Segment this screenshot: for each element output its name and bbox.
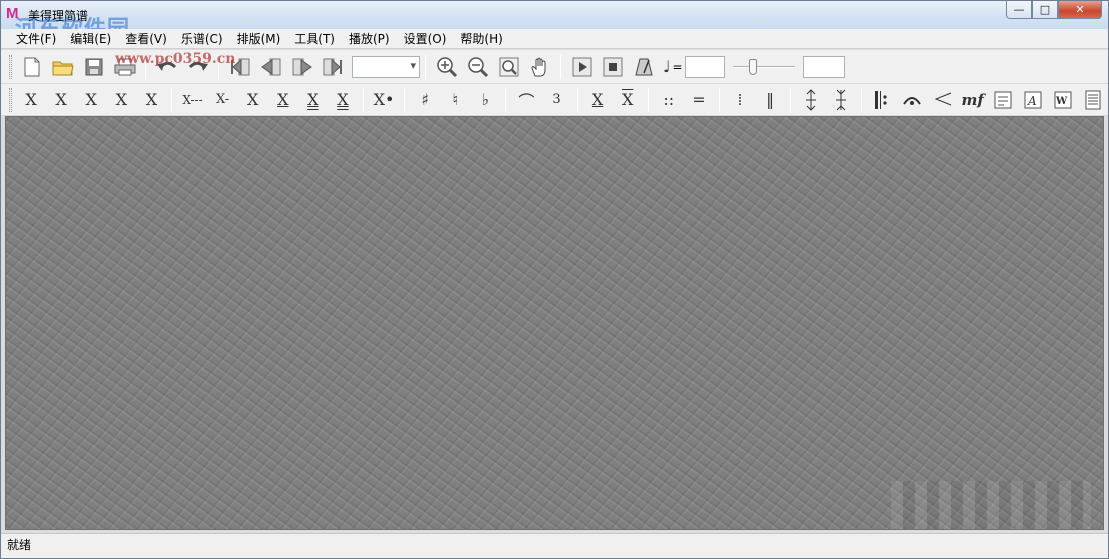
toolbar-separator (790, 87, 792, 112)
prev-page-icon[interactable] (255, 53, 286, 81)
menu-bar: 文件(F) 编辑(E) 查看(V) 乐谱(C) 排版(M) 工具(T) 播放(P… (1, 29, 1108, 49)
tempo-input[interactable] (684, 55, 725, 78)
sharp-icon[interactable]: ♯ (410, 86, 440, 114)
note-high-octave2-icon[interactable]: X (16, 86, 46, 114)
barline-dots-icon[interactable]: ⁞ (725, 86, 755, 114)
spacing-shrink-icon[interactable] (826, 86, 856, 114)
sixteenth-note-icon[interactable]: X (298, 86, 328, 114)
play-icon[interactable] (566, 53, 597, 81)
thirtysecond-note-icon[interactable]: X (328, 86, 358, 114)
toolbar-separator (647, 87, 649, 112)
volume-input[interactable] (802, 55, 845, 78)
whole-note-icon[interactable]: X--- (177, 86, 207, 114)
menu-tools[interactable]: 工具(T) (287, 29, 342, 49)
zoom-in-icon[interactable] (431, 53, 462, 81)
next-page-icon[interactable] (286, 53, 317, 81)
menu-play[interactable]: 播放(P) (342, 29, 397, 49)
slider-thumb[interactable] (748, 58, 757, 75)
slur-icon[interactable]: ⌒ (511, 86, 541, 114)
text-lyrics-icon[interactable] (988, 86, 1018, 114)
dynamics-mf-icon[interactable]: mf (958, 86, 988, 114)
zoom-fit-icon[interactable] (493, 53, 524, 81)
spacing-expand-icon[interactable] (796, 86, 826, 114)
toolbar-separator (718, 87, 720, 112)
natural-icon[interactable]: ♮ (440, 86, 470, 114)
half-note-icon[interactable]: X- (208, 86, 238, 114)
fermata-icon[interactable] (897, 86, 927, 114)
note-normal-icon[interactable]: X (76, 86, 106, 114)
toolbar-separator (560, 54, 561, 79)
triplet-icon[interactable]: 3 (541, 86, 571, 114)
maximize-button[interactable]: □ (1032, 1, 1058, 19)
dotted-note-icon[interactable]: X• (369, 86, 399, 114)
toolbar-separator (425, 54, 426, 79)
repeat-barline-icon[interactable] (867, 86, 897, 114)
menu-edit[interactable]: 编辑(E) (63, 29, 118, 49)
save-icon[interactable] (78, 53, 109, 81)
note-high-octave-icon[interactable]: X (46, 86, 76, 114)
quarter-note-button[interactable]: X (238, 86, 268, 114)
page-properties-icon[interactable] (1078, 86, 1108, 114)
toolbar-separator (404, 87, 406, 112)
double-barline-icon[interactable]: ‖ (755, 86, 785, 114)
open-folder-icon[interactable] (47, 53, 78, 81)
zoom-out-icon[interactable] (462, 53, 493, 81)
menu-layout[interactable]: 排版(M) (230, 29, 288, 49)
slider-track (732, 65, 795, 68)
tempo-slider[interactable] (732, 56, 795, 78)
tempo-equals-label: = (672, 59, 683, 74)
mosaic-overlay (891, 481, 1091, 529)
svg-text:A: A (1027, 94, 1037, 108)
hand-pan-icon[interactable] (524, 53, 555, 81)
crescendo-icon[interactable] (928, 86, 958, 114)
toolbar-separator (505, 87, 507, 112)
menu-settings[interactable]: 设置(O) (397, 29, 454, 49)
toolbar-grip[interactable] (9, 54, 12, 79)
quarter-note-icon: ♩ (663, 57, 671, 76)
menu-view[interactable]: 查看(V) (118, 29, 174, 49)
eighth-note-icon[interactable]: X (268, 86, 298, 114)
last-page-icon[interactable] (317, 53, 348, 81)
chord-down-icon[interactable]: X (613, 86, 643, 114)
chord-up-icon[interactable]: X (583, 86, 613, 114)
svg-text:W: W (1055, 96, 1068, 107)
close-button[interactable]: ✕ (1058, 1, 1102, 19)
title-bar: M 美得理简谱 河东软件园 — □ ✕ (1, 1, 1108, 42)
note-low-octave-icon[interactable]: X (106, 86, 136, 114)
status-text: 就绪 (7, 538, 32, 552)
app-window: M 美得理简谱 河东软件园 — □ ✕ 文件(F) 编辑(E) 查看(V) 乐谱… (0, 0, 1109, 559)
toolbar-separator (171, 87, 173, 112)
text-a-icon[interactable]: A (1018, 86, 1048, 114)
watermark-url: www.pc0359.cn (115, 51, 236, 67)
page-combobox[interactable] (352, 55, 420, 78)
toolbar-separator (363, 87, 364, 112)
menu-help[interactable]: 帮助(H) (453, 29, 509, 49)
flat-icon[interactable]: ♭ (470, 86, 500, 114)
minimize-button[interactable]: — (1006, 1, 1032, 19)
stop-icon[interactable] (597, 53, 628, 81)
note-low-octave2-icon[interactable]: X (136, 86, 166, 114)
score-canvas[interactable] (5, 116, 1104, 530)
toolbar-separator (576, 87, 578, 112)
repeat-dots-icon[interactable]: :: (654, 86, 684, 114)
new-file-icon[interactable] (16, 53, 47, 81)
metronome-icon[interactable] (628, 53, 659, 81)
notation-toolbar: X X X X X X--- X- X X X X X• ♯ ♮ ♭ ⌒ 3 X… (1, 84, 1108, 116)
double-line-icon[interactable]: = (684, 86, 714, 114)
status-bar: 就绪 (1, 533, 1108, 558)
menu-file[interactable]: 文件(F) (9, 29, 63, 49)
toolbar-separator (861, 87, 863, 112)
word-export-icon[interactable]: W (1048, 86, 1078, 114)
window-controls: — □ ✕ (1006, 1, 1102, 19)
menu-score[interactable]: 乐谱(C) (174, 29, 230, 49)
toolbar-grip[interactable] (9, 87, 12, 112)
